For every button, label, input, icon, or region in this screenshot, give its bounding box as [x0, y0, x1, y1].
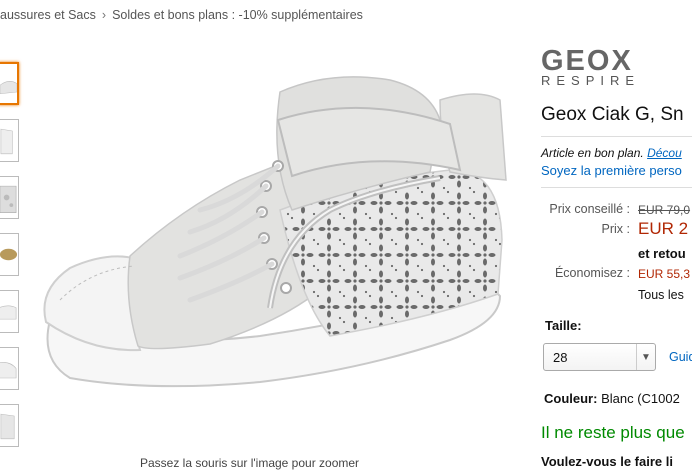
first-review-link[interactable]: Soyez la première perso	[541, 163, 682, 178]
size-selected-value: 28	[553, 350, 568, 365]
thumbnail-4[interactable]	[0, 233, 19, 276]
stock-status: Il ne reste plus que	[541, 423, 685, 442]
price-label: Prix :	[601, 222, 630, 236]
thumbnail-5[interactable]	[0, 290, 19, 333]
savings-value: EUR 55,3	[638, 267, 691, 281]
brand-logo[interactable]: GEOX RESPIRE	[541, 45, 641, 88]
size-guide-link[interactable]: Guid	[669, 350, 692, 364]
deal-text: Article en bon plan.	[541, 146, 644, 160]
chevron-down-icon[interactable]: ▼	[636, 344, 655, 370]
divider	[541, 187, 692, 188]
breadcrumb-item-sales[interactable]: Soldes et bons plans : -10% supplémentai…	[112, 8, 363, 22]
list-price-value: EUR 79,0	[638, 203, 691, 217]
thumbnail-6[interactable]	[0, 347, 19, 390]
deal-link[interactable]: Décou	[647, 146, 682, 160]
shipping-info: et retou	[638, 246, 686, 261]
breadcrumb: aussures et Sacs › Soldes et bons plans : …	[0, 8, 363, 22]
brand-logo-main: GEOX	[541, 45, 633, 77]
thumbnail-1[interactable]	[0, 62, 19, 105]
color-label: Couleur:	[544, 391, 598, 406]
product-main-image[interactable]	[30, 60, 510, 450]
image-zoom-caption: Passez la souris sur l'image pour zoomer	[140, 456, 360, 470]
breadcrumb-separator: ›	[101, 8, 107, 22]
size-label: Taille:	[545, 318, 582, 333]
list-price-label: Prix conseillé :	[549, 202, 630, 216]
savings-label: Économisez :	[554, 266, 630, 280]
size-select[interactable]: 28 ▼	[543, 343, 656, 371]
thumbnail-2[interactable]	[0, 119, 19, 162]
divider	[541, 136, 692, 137]
product-title: Geox Ciak G, Sn	[541, 104, 684, 125]
price-value: EUR 2	[638, 219, 689, 238]
thumbnail-7[interactable]	[0, 404, 19, 447]
breadcrumb-item-shoes[interactable]: aussures et Sacs	[0, 8, 96, 22]
color-line: Couleur: Blanc (C1002	[544, 391, 680, 406]
brand-logo-sub: RESPIRE	[541, 73, 641, 88]
deal-notice: Article en bon plan. Décou	[541, 146, 682, 160]
thumbnail-3[interactable]	[0, 176, 19, 219]
all-prices-note: Tous les	[638, 288, 684, 302]
color-value: Blanc (C1002	[601, 391, 680, 406]
